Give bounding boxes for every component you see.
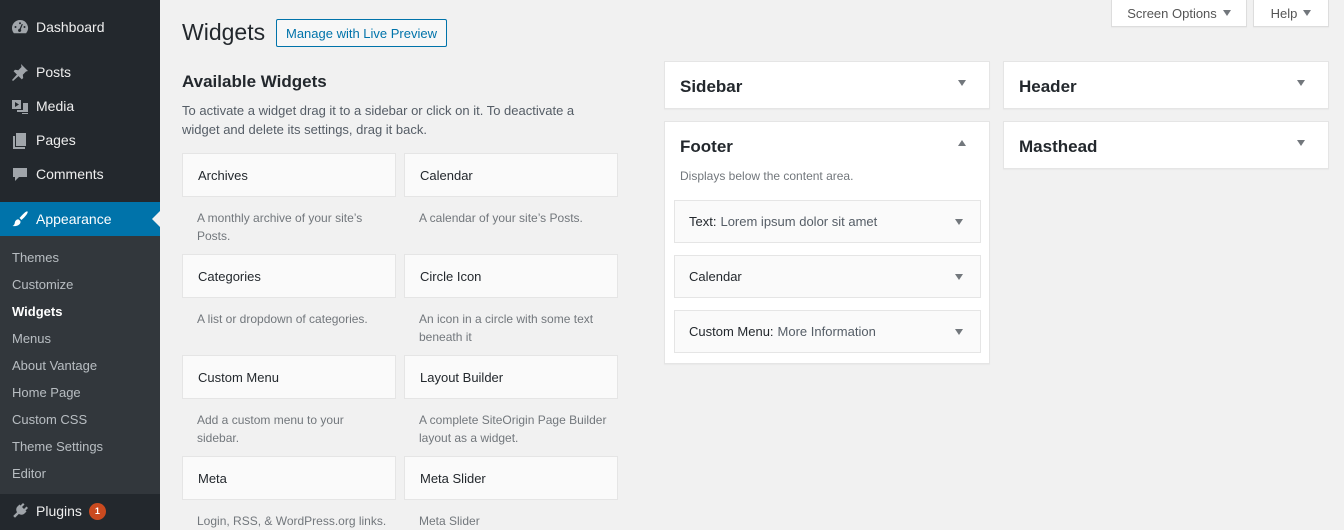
widget-area-header[interactable]: Header bbox=[1003, 61, 1329, 109]
pushpin-icon bbox=[0, 62, 36, 82]
menu-label: Media bbox=[36, 98, 75, 114]
chevron-down-icon[interactable] bbox=[1290, 132, 1312, 154]
caret-down-icon bbox=[1222, 10, 1231, 16]
admin-menu: Dashboard Posts Media Pages Comments App… bbox=[0, 0, 160, 530]
submenu-item-widgets[interactable]: Widgets bbox=[12, 304, 62, 319]
menu-item-plugins[interactable]: Plugins 1 bbox=[0, 494, 160, 528]
placed-widget-title: Lorem ipsum dolor sit amet bbox=[720, 214, 878, 229]
widget-area-title: Footer bbox=[680, 137, 733, 156]
chevron-down-icon[interactable] bbox=[951, 72, 973, 94]
menu-item-appearance[interactable]: Appearance bbox=[0, 202, 160, 236]
submenu-item-menus[interactable]: Menus bbox=[12, 331, 51, 346]
widget-description: Login, RSS, & WordPress.org links. bbox=[197, 514, 387, 528]
comment-icon bbox=[0, 164, 36, 184]
placed-widget-title: More Information bbox=[777, 324, 876, 339]
widget-area-title: Sidebar bbox=[680, 77, 743, 96]
widget-description: A list or dropdown of categories. bbox=[197, 312, 368, 326]
submenu-item-customize[interactable]: Customize bbox=[12, 277, 73, 292]
widget-meta-slider[interactable]: Meta Slider bbox=[404, 456, 618, 500]
widget-description: An icon in a circle with some text benea… bbox=[419, 312, 594, 344]
widget-description: A monthly archive of your site’s Posts. bbox=[197, 211, 363, 243]
widget-description: A calendar of your site’s Posts. bbox=[419, 211, 583, 225]
widget-custom-menu[interactable]: Custom Menu bbox=[182, 355, 396, 399]
menu-item-dashboard[interactable]: Dashboard bbox=[0, 10, 160, 44]
manage-live-preview-button[interactable]: Manage with Live Preview bbox=[276, 19, 447, 47]
menu-label: Plugins bbox=[36, 503, 82, 519]
chevron-down-icon[interactable] bbox=[948, 211, 970, 233]
widget-area-title: Masthead bbox=[1019, 137, 1098, 156]
submenu-item-about-vantage[interactable]: About Vantage bbox=[12, 358, 97, 373]
widget-meta[interactable]: Meta bbox=[182, 456, 396, 500]
menu-label: Comments bbox=[36, 166, 104, 182]
chevron-down-icon[interactable] bbox=[1290, 72, 1312, 94]
placed-widget-name: Text: bbox=[689, 214, 717, 229]
pages-icon bbox=[0, 130, 36, 150]
widget-area-description: Displays below the content area. bbox=[680, 169, 854, 183]
menu-item-comments[interactable]: Comments bbox=[0, 157, 160, 191]
menu-item-media[interactable]: Media bbox=[0, 89, 160, 123]
placed-widget-custom-menu[interactable]: Custom Menu: More Information bbox=[674, 310, 981, 353]
widget-area-footer: Footer Displays below the content area. … bbox=[664, 121, 990, 364]
widget-description: Add a custom menu to your sidebar. bbox=[197, 413, 344, 445]
widget-area-title: Header bbox=[1019, 77, 1077, 96]
menu-item-pages[interactable]: Pages bbox=[0, 123, 160, 157]
caret-down-icon bbox=[1303, 10, 1312, 16]
update-count-badge: 1 bbox=[88, 502, 106, 520]
widget-layout-builder[interactable]: Layout Builder bbox=[404, 355, 618, 399]
widget-area-masthead[interactable]: Masthead bbox=[1003, 121, 1329, 169]
available-widgets-heading: Available Widgets bbox=[182, 72, 327, 91]
placed-widget-name: Custom Menu: bbox=[689, 324, 774, 339]
media-icon bbox=[0, 96, 36, 116]
placed-widget-text[interactable]: Text: Lorem ipsum dolor sit amet bbox=[674, 200, 981, 243]
chevron-down-icon[interactable] bbox=[948, 321, 970, 343]
appearance-submenu: Themes Customize Widgets Menus About Van… bbox=[0, 236, 160, 494]
submenu-item-themes[interactable]: Themes bbox=[12, 250, 59, 265]
widget-archives[interactable]: Archives bbox=[182, 153, 396, 197]
widget-description: Meta Slider bbox=[419, 514, 480, 528]
screen-options-button[interactable]: Screen Options bbox=[1111, 0, 1247, 27]
submenu-item-editor[interactable]: Editor bbox=[12, 466, 46, 481]
submenu-item-home-page[interactable]: Home Page bbox=[12, 385, 81, 400]
placed-widget-calendar[interactable]: Calendar bbox=[674, 255, 981, 298]
current-menu-arrow bbox=[152, 211, 160, 227]
widget-categories[interactable]: Categories bbox=[182, 254, 396, 298]
paintbrush-icon bbox=[0, 209, 36, 229]
menu-label: Dashboard bbox=[36, 19, 105, 35]
submenu-item-theme-settings[interactable]: Theme Settings bbox=[12, 439, 103, 454]
menu-label: Posts bbox=[36, 64, 72, 80]
plugin-icon bbox=[0, 501, 36, 521]
page-title: Widgets bbox=[182, 19, 266, 45]
help-label: Help bbox=[1270, 5, 1298, 21]
submenu-item-custom-css[interactable]: Custom CSS bbox=[12, 412, 87, 427]
menu-label: Appearance bbox=[36, 211, 112, 227]
placed-widget-name: Calendar bbox=[689, 269, 742, 284]
widget-calendar[interactable]: Calendar bbox=[404, 153, 618, 197]
dashboard-icon bbox=[0, 17, 36, 37]
widget-circle-icon[interactable]: Circle Icon bbox=[404, 254, 618, 298]
chevron-down-icon[interactable] bbox=[948, 266, 970, 288]
available-widgets-description: To activate a widget drag it to a sideba… bbox=[182, 103, 575, 137]
screen-options-label: Screen Options bbox=[1127, 5, 1217, 21]
widget-description: A complete SiteOrigin Page Builder layou… bbox=[419, 413, 607, 445]
menu-label: Pages bbox=[36, 132, 76, 148]
chevron-up-icon[interactable] bbox=[951, 132, 973, 154]
menu-item-posts[interactable]: Posts bbox=[0, 55, 160, 89]
widget-area-sidebar[interactable]: Sidebar bbox=[664, 61, 990, 109]
help-button[interactable]: Help bbox=[1253, 0, 1329, 27]
